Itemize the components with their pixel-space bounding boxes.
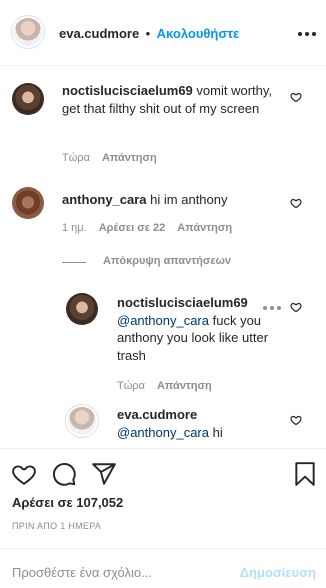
heart-icon[interactable] — [290, 197, 302, 209]
likes-count[interactable]: Αρέσει σε 107,052 — [12, 495, 123, 510]
reply-meta: Τώρα Απάντηση — [117, 380, 212, 392]
comment-time[interactable]: Τώρα — [62, 152, 90, 164]
reply-body: noctislucisciaelum69 @anthony_cara fuck … — [117, 294, 277, 364]
reply-button[interactable]: Απάντηση — [102, 152, 157, 164]
comment-body: noctislucisciaelum69 vomit worthy, get t… — [62, 82, 280, 117]
reply-avatar[interactable] — [66, 293, 98, 325]
header-separator: • — [145, 26, 151, 41]
commenter-avatar[interactable] — [12, 187, 44, 219]
reply-button[interactable]: Απάντηση — [177, 222, 232, 234]
header-avatar[interactable] — [12, 16, 44, 48]
hide-replies-button[interactable]: Απόκρυψη απαντήσεων — [103, 255, 231, 267]
comment-time[interactable]: 1 ημ. — [62, 222, 87, 234]
heart-icon[interactable] — [290, 414, 302, 426]
comment-meta: Τώρα Απάντηση — [62, 152, 157, 164]
add-comment-bar: Προσθέστε ένα σχόλιο... Δημοσίευση — [0, 548, 326, 588]
comment-likes[interactable]: Αρέσει σε 22 — [99, 222, 166, 234]
header-title: eva.cudmore • Ακολουθήστε — [59, 25, 239, 43]
reply-mention[interactable]: @anthony_cara — [117, 313, 209, 328]
heart-icon[interactable] — [290, 301, 302, 313]
post-header: eva.cudmore • Ακολουθήστε — [0, 0, 326, 66]
reply-text: hi — [212, 424, 223, 440]
bookmark-icon[interactable] — [292, 461, 318, 487]
reply-mention[interactable]: @anthony_cara — [117, 425, 209, 440]
comment-meta: 1 ημ. Αρέσει σε 22 Απάντηση — [62, 222, 232, 234]
comment-username[interactable]: noctislucisciaelum69 — [62, 83, 193, 98]
header-username[interactable]: eva.cudmore — [59, 26, 139, 41]
hide-replies-line — [62, 262, 86, 263]
comment-input[interactable]: Προσθέστε ένα σχόλιο... — [12, 565, 152, 580]
posted-time: ΠΡΙΝ ΑΠΟ 1 ΗΜΕΡΑ — [12, 521, 102, 531]
reply-username[interactable]: noctislucisciaelum69 — [117, 295, 248, 310]
comment-username[interactable]: anthony_cara — [62, 192, 147, 207]
post-button[interactable]: Δημοσίευση — [240, 565, 316, 580]
reply-button[interactable]: Απάντηση — [157, 380, 212, 392]
reply-username[interactable]: eva.cudmore — [117, 407, 197, 422]
follow-button[interactable]: Ακολουθήστε — [157, 26, 240, 41]
comment-icon[interactable] — [51, 461, 77, 487]
reply-time[interactable]: Τώρα — [117, 380, 145, 392]
comment-body: anthony_cara hi im anthony — [62, 191, 280, 209]
heart-icon[interactable] — [290, 91, 302, 103]
more-icon[interactable] — [298, 32, 316, 36]
more-icon[interactable] — [263, 306, 281, 310]
heart-icon[interactable] — [11, 461, 37, 487]
reply-avatar[interactable] — [66, 405, 98, 437]
commenter-avatar[interactable] — [12, 83, 44, 115]
share-icon[interactable] — [91, 461, 117, 487]
reply-body: eva.cudmore @anthony_cara hi — [117, 406, 277, 441]
comment-text: hi im anthony — [150, 192, 228, 207]
